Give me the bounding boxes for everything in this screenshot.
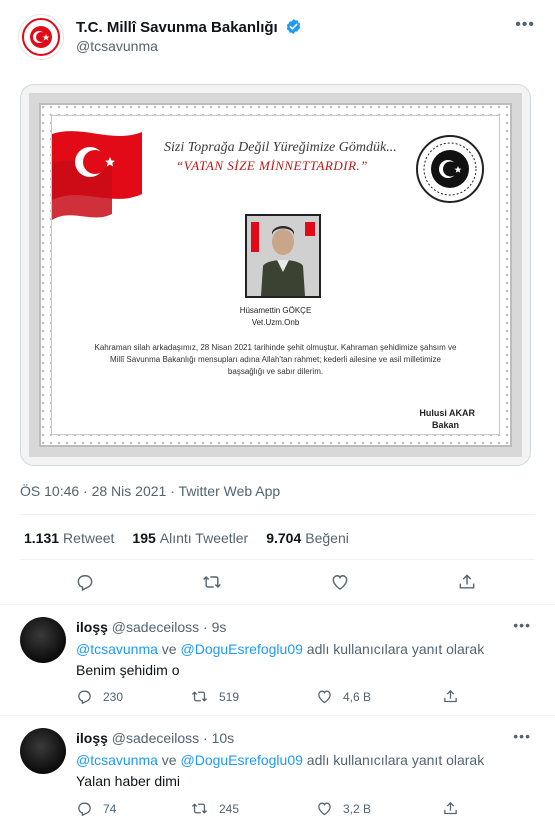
more-icon[interactable]: ••• [513, 617, 531, 633]
share-action[interactable] [442, 800, 459, 817]
motto-line-2: “VATAN SİZE MİNNETTARDIR.” [176, 158, 368, 173]
likes-count: 9.704 [266, 530, 302, 546]
reply-author[interactable]: iloşş @sadeceiloss · 10s [76, 730, 234, 746]
retweet-icon [191, 803, 208, 814]
mod-logo-icon[interactable] [18, 14, 64, 60]
mention-link[interactable]: @DoguEsrefoglu09 [181, 752, 303, 768]
retweets-count: 1.131 [24, 530, 60, 546]
retweet-action[interactable]: 245 [190, 800, 239, 817]
retweet-action[interactable]: 519 [190, 688, 239, 705]
share-icon [444, 801, 457, 815]
soldier-rank: Vet.Uzm.Onb [251, 318, 300, 327]
tweet-timestamp[interactable]: ÖS 10:46 · 28 Nis 2021 · Twitter Web App [20, 483, 280, 499]
reply-count: 230 [103, 689, 124, 704]
like-icon[interactable] [328, 570, 352, 594]
author-name[interactable]: T.C. Millî Savunma Bakanlığı [76, 18, 302, 39]
condolence-message: Kahraman silah arkadaşımız, 28 Nisan 202… [94, 343, 457, 376]
reply-author-handle[interactable]: @sadeceiloss · 10s [112, 730, 234, 746]
likes-stat[interactable]: 9.704 Beğeni [266, 530, 349, 546]
like-icon [318, 802, 331, 816]
retweet-count: 245 [219, 801, 240, 816]
likes-label: Beğeni [305, 530, 349, 546]
turkish-flag-image [52, 131, 142, 220]
share-icon[interactable] [455, 570, 479, 594]
reply-tweet[interactable]: iloşş @sadeceiloss · 9s ••• @tcsavunma v… [0, 605, 555, 715]
like-count: 3,2 B [343, 801, 372, 816]
tweet-media-image[interactable]: Sizi Toprağa Değil Yüreğimize Gömdük... … [20, 84, 531, 466]
replying-to: @tcsavunma ve @DoguEsrefoglu09 adlı kull… [76, 752, 484, 768]
author-name-text[interactable]: T.C. Millî Savunma Bakanlığı [76, 19, 278, 36]
reply-suffix: adlı kullanıcılara yanıt olarak [302, 641, 485, 657]
mention-link[interactable]: @tcsavunma [76, 752, 158, 768]
reply-author-name[interactable]: iloşş [76, 619, 108, 635]
reply-author-handle[interactable]: @sadeceiloss · 9s [112, 619, 227, 635]
tweet-header: T.C. Millî Savunma Bakanlığı @tcsavunma … [0, 0, 555, 80]
reply-connector: ve [157, 752, 181, 768]
mention-link[interactable]: @tcsavunma [76, 641, 158, 657]
reply-text: Yalan haber dimi [76, 773, 181, 789]
reply-author[interactable]: iloşş @sadeceiloss · 9s [76, 619, 226, 635]
like-icon [318, 690, 331, 704]
ministry-seal-icon [416, 135, 484, 203]
reply-icon [78, 802, 91, 817]
soldier-name: Hüsamettin GÖKÇE [239, 306, 312, 315]
like-action[interactable]: 4,6 B [316, 688, 371, 705]
tweet-actions [0, 570, 555, 598]
signer-name: Hulusi AKAR [419, 408, 475, 418]
like-count: 4,6 B [343, 689, 372, 704]
reply-action[interactable]: 230 [76, 688, 123, 705]
retweet-icon[interactable] [200, 570, 224, 594]
retweet-count: 519 [219, 689, 240, 704]
condolence-card-inner: Sizi Toprağa Değil Yüreğimize Gömdük... … [51, 115, 500, 435]
reply-suffix: adlı kullanıcılara yanıt olarak [302, 752, 485, 768]
reply-connector: ve [157, 641, 181, 657]
reply-count: 74 [103, 801, 117, 816]
quotes-stat[interactable]: 195 Alıntı Tweetler [132, 530, 248, 546]
reply-action[interactable]: 74 [76, 800, 116, 817]
divider [20, 559, 535, 560]
share-action[interactable] [442, 688, 459, 705]
reply-icon[interactable] [73, 570, 97, 594]
divider [20, 514, 535, 515]
replying-to: @tcsavunma ve @DoguEsrefoglu09 adlı kull… [76, 641, 484, 657]
signer-title: Bakan [431, 420, 459, 430]
more-icon[interactable]: ••• [513, 728, 531, 744]
condolence-card: Sizi Toprağa Değil Yüreğimize Gömdük... … [29, 93, 522, 457]
soldier-photo [245, 214, 321, 298]
share-icon [444, 689, 457, 703]
retweets-stat[interactable]: 1.131 Retweet [24, 530, 114, 546]
avatar[interactable] [20, 617, 66, 663]
quotes-count: 195 [132, 530, 156, 546]
reply-text: Benim şehidim o [76, 662, 180, 678]
retweets-label: Retweet [63, 530, 115, 546]
quotes-label: Alıntı Tweetler [159, 530, 249, 546]
reply-tweet[interactable]: iloşş @sadeceiloss · 10s ••• @tcsavunma … [0, 716, 555, 829]
avatar[interactable] [20, 728, 66, 774]
retweet-icon [191, 691, 208, 702]
like-action[interactable]: 3,2 B [316, 800, 371, 817]
mention-link[interactable]: @DoguEsrefoglu09 [181, 641, 303, 657]
tweet-stats: 1.131 Retweet 195 Alıntı Tweetler 9.704 Beğ… [24, 530, 349, 546]
motto-line-1: Sizi Toprağa Değil Yüreğimize Gömdük... [164, 140, 397, 155]
reply-icon [78, 690, 91, 705]
reply-author-name[interactable]: iloşş [76, 730, 108, 746]
verified-badge-icon [285, 18, 302, 39]
more-icon[interactable]: ••• [515, 16, 535, 34]
author-handle[interactable]: @tcsavunma [76, 38, 158, 54]
